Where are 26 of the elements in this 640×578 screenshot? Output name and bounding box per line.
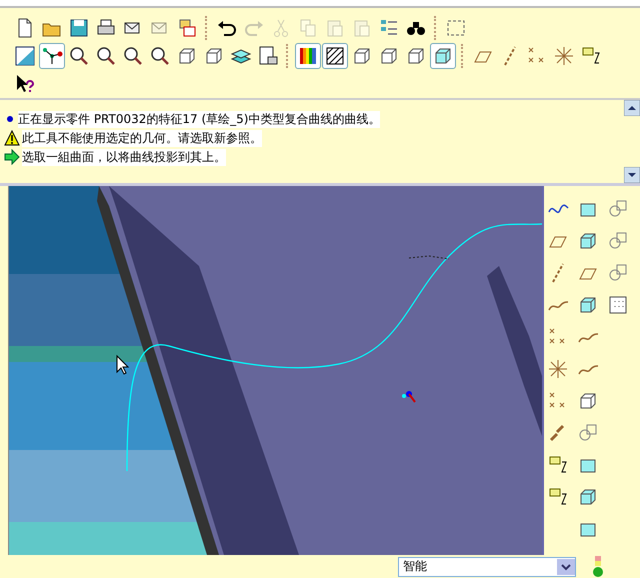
csys-display-icon <box>553 45 575 67</box>
arrow-icon <box>4 149 20 165</box>
scroll-down-icon[interactable] <box>624 167 640 183</box>
model-viewport-drawing[interactable] <box>9 186 542 555</box>
shaded-button[interactable] <box>430 43 456 69</box>
message-text: 选取一組曲面，以将曲线投影到其上。 <box>22 148 226 166</box>
filter-dropdown[interactable]: 智能 <box>398 556 576 576</box>
coordinate-system-icon <box>547 358 569 380</box>
spin-center-button[interactable] <box>39 43 65 69</box>
color-button[interactable] <box>295 43 321 69</box>
scroll-up-icon[interactable] <box>624 100 640 116</box>
color-icon <box>297 45 319 67</box>
hatch-icon <box>324 45 346 67</box>
message-text: 正在显示零件 PRT0032的特征17 (草绘_5)中类型复合曲线的曲线。 <box>18 110 380 128</box>
save-icon <box>68 17 90 39</box>
traffic-light-icon <box>592 556 604 578</box>
message-text: 此工具不能使用选定的几何。请选取新参照。 <box>22 130 262 146</box>
zoom-out-icon <box>122 45 144 67</box>
scrollbar[interactable] <box>624 100 640 183</box>
repaint-icon <box>14 45 36 67</box>
hatch-button[interactable] <box>322 43 348 69</box>
help-cursor-icon <box>14 73 36 95</box>
zoom-in-icon <box>95 45 117 67</box>
spin-center-icon <box>41 45 63 67</box>
chevron-down-icon <box>557 558 575 574</box>
warning-icon <box>4 130 20 146</box>
